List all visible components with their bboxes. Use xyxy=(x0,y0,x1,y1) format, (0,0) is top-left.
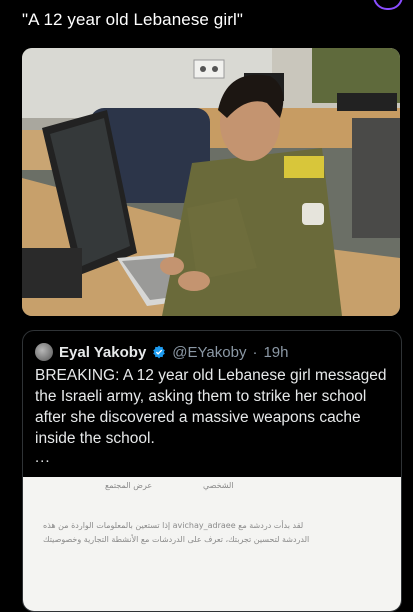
verified-badge-icon xyxy=(153,345,166,359)
post-time[interactable]: 19h xyxy=(263,344,288,361)
image-text-line: الدردشة لتحسين تجربتك، تعرف على الدردشات… xyxy=(43,535,310,544)
quoted-post-card[interactable]: Eyal Yakoby @EYakoby · 19h BREAKING: A 1… xyxy=(22,330,402,612)
post-caption: "A 12 year old Lebanese girl" xyxy=(22,10,244,29)
quoted-post-image[interactable]: عرض المجتمع الشخصي لقد بدأت دردشة مع avi… xyxy=(23,477,401,611)
author-handle[interactable]: @EYakoby xyxy=(172,344,246,361)
quoted-post-header: Eyal Yakoby @EYakoby · 19h xyxy=(35,343,288,361)
author-name[interactable]: Eyal Yakoby xyxy=(59,344,146,361)
quoted-post-text: BREAKING: A 12 year old Lebanese girl me… xyxy=(35,367,387,447)
profile-ring-icon xyxy=(373,0,403,10)
image-text-line: الشخصي xyxy=(203,481,234,490)
image-text-line: عرض المجتمع xyxy=(105,481,153,490)
office-photo-illustration xyxy=(22,48,400,316)
header-separator: · xyxy=(252,343,258,361)
quoted-post-more: ... xyxy=(35,449,51,466)
avatar[interactable] xyxy=(35,343,53,361)
image-text-line: لقد بدأت دردشة مع avichay_adraee إذا تست… xyxy=(43,521,304,530)
post-photo[interactable] xyxy=(22,48,400,316)
